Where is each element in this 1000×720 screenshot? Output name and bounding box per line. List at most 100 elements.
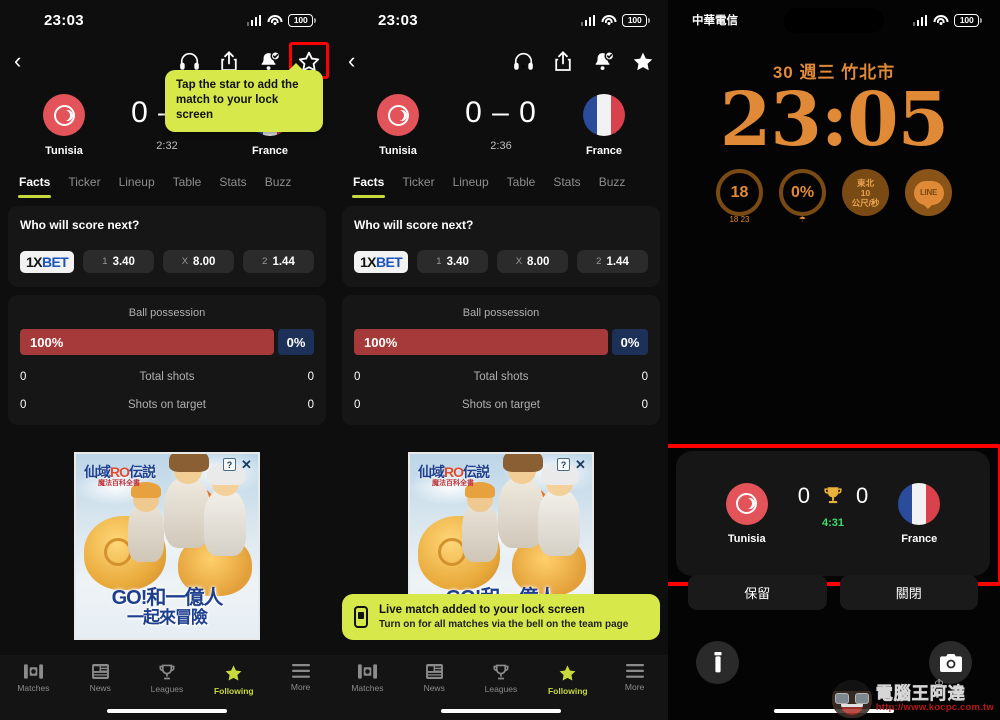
headphones-icon[interactable] xyxy=(178,50,200,72)
line-bubble-icon: LINE xyxy=(913,180,944,209)
keep-button[interactable]: 保留 xyxy=(688,575,827,610)
nav-item-leagues[interactable]: Leagues xyxy=(468,664,535,694)
ad-close-icon[interactable]: ✕ xyxy=(574,457,587,472)
nav-item-following[interactable]: Following xyxy=(534,664,601,696)
match-score-header: Tunisia 0 – 0 2:36 France xyxy=(334,82,668,161)
possession-bar: 100% 0% xyxy=(354,329,648,355)
lock-screen-clock: 23:05 xyxy=(719,77,949,163)
headphones-icon[interactable] xyxy=(512,50,534,72)
star-filled-icon[interactable] xyxy=(632,50,654,72)
nav-item-more[interactable]: More xyxy=(601,664,668,692)
rain-chance-widget[interactable]: 0% ☂ xyxy=(779,169,826,224)
tunisia-flag-icon xyxy=(43,94,85,136)
battery-level: 100 xyxy=(959,15,974,25)
match-clock: 2:32 xyxy=(156,139,178,152)
odd-button-2[interactable]: 2 1.44 xyxy=(577,250,648,273)
battery-icon: 100 xyxy=(954,13,982,27)
nav-item-news[interactable]: News xyxy=(401,664,468,693)
phone-screen-app-with-toast: 23:03 100 ‹ Tunisia 0 – 0 2:36 France Fa… xyxy=(334,0,668,720)
bottom-nav-bar: Matches News Leagues Following More xyxy=(0,655,334,720)
status-bar: 23:03 100 xyxy=(0,0,334,40)
phone-lock-screen: 中華電信 100 30 週三 竹北市 23:05 18 18 23 0% ☂ 東… xyxy=(668,0,1000,720)
table-row: 0 Shots on target 0 xyxy=(20,399,314,411)
home-team: Tunisia xyxy=(714,482,780,545)
tab-table[interactable]: Table xyxy=(164,171,211,198)
tab-facts[interactable]: Facts xyxy=(10,171,59,198)
watermark: ♔ 電腦王阿達 http://www.kocpc.com.tw xyxy=(831,678,994,718)
match-clock: 2:36 xyxy=(490,139,512,152)
toast-title: Live match added to your lock screen xyxy=(379,604,585,616)
home-team[interactable]: Tunisia xyxy=(352,94,444,157)
table-row: 0 Shots on target 0 xyxy=(354,399,648,411)
possession-home-value: 100% xyxy=(20,329,274,355)
wifi-icon xyxy=(267,14,283,26)
nav-item-leagues[interactable]: Leagues xyxy=(134,664,201,694)
advertisement-banner[interactable]: 仙域RO伝説 魔法百科全書 GO!和一億人一起來冒險 ? ✕ xyxy=(74,452,260,640)
dynamic-island xyxy=(784,8,884,33)
ad-info-icon[interactable]: ? xyxy=(223,458,236,471)
bell-check-icon[interactable] xyxy=(592,50,614,72)
tab-table[interactable]: Table xyxy=(498,171,545,198)
tab-facts[interactable]: Facts xyxy=(344,171,393,198)
flashlight-button[interactable] xyxy=(696,641,739,684)
1xbet-logo[interactable]: 1X BET xyxy=(20,250,75,273)
back-chevron-icon[interactable]: ‹ xyxy=(348,50,355,72)
pitch-icon xyxy=(357,664,377,679)
tab-stats[interactable]: Stats xyxy=(544,171,589,198)
live-activity-buttons: 保留 關閉 xyxy=(688,575,978,610)
battery-icon: 100 xyxy=(288,13,316,27)
odd-button-1[interactable]: 1 3.40 xyxy=(417,250,489,273)
1xbet-logo[interactable]: 1X BET xyxy=(354,250,409,273)
tab-buzz[interactable]: Buzz xyxy=(256,171,301,198)
tab-lineup[interactable]: Lineup xyxy=(444,171,498,198)
tab-buzz[interactable]: Buzz xyxy=(590,171,635,198)
carrier-name: 中華電信 xyxy=(692,15,738,27)
close-button[interactable]: 關閉 xyxy=(839,575,978,610)
watermark-text: 電腦王阿達 xyxy=(875,684,966,703)
share-icon[interactable] xyxy=(552,50,574,72)
odd-button-2[interactable]: 2 1.44 xyxy=(243,250,314,273)
match-tabs: Facts Ticker Lineup Table Stats Buzz xyxy=(334,161,668,198)
tab-ticker[interactable]: Ticker xyxy=(393,171,443,198)
odd-button-x[interactable]: X 8.00 xyxy=(163,250,235,273)
share-icon[interactable] xyxy=(218,50,240,72)
lockscreen-added-toast[interactable]: Live match added to your lock screen Tur… xyxy=(342,594,660,640)
back-chevron-icon[interactable]: ‹ xyxy=(14,50,21,72)
possession-bar: 100% 0% xyxy=(20,329,314,355)
tunisia-flag-icon xyxy=(377,94,419,136)
nav-item-more[interactable]: More xyxy=(267,664,334,692)
ad-close-icon[interactable]: ✕ xyxy=(240,457,253,472)
nav-item-following[interactable]: Following xyxy=(200,664,267,696)
ad-info-icon[interactable]: ? xyxy=(557,458,570,471)
lockscreen-tooltip: Tap the star to add the match to your lo… xyxy=(165,63,323,132)
match-minute: 4:31 xyxy=(821,516,845,529)
live-activity-match-widget[interactable]: Tunisia 0 0 4:31 France xyxy=(668,444,1000,586)
wifi-icon xyxy=(933,14,949,26)
ad-subtitle: 魔法百科全書 xyxy=(98,480,140,487)
crown-icon: ♔ xyxy=(934,678,944,690)
trophy-icon xyxy=(159,664,175,680)
home-team[interactable]: Tunisia xyxy=(18,94,110,157)
odd-button-1[interactable]: 1 3.40 xyxy=(83,250,155,273)
cellular-signal-icon xyxy=(580,14,596,26)
away-team[interactable]: France xyxy=(558,94,650,157)
line-app-widget[interactable]: LINE xyxy=(905,169,952,217)
odd-button-x[interactable]: X 8.00 xyxy=(497,250,569,273)
away-score: 0 xyxy=(856,482,869,508)
hamburger-icon xyxy=(625,664,644,678)
home-team-name: Tunisia xyxy=(379,145,417,157)
star-filled-icon xyxy=(225,665,242,681)
bell-check-icon[interactable] xyxy=(258,50,280,72)
wind-widget[interactable]: 東北 10 公尺/秒 xyxy=(842,169,889,217)
temperature-widget[interactable]: 18 18 23 xyxy=(716,169,763,224)
tab-lineup[interactable]: Lineup xyxy=(110,171,164,198)
battery-icon: 100 xyxy=(622,13,650,27)
nav-item-matches[interactable]: Matches xyxy=(0,664,67,693)
nav-item-matches[interactable]: Matches xyxy=(334,664,401,693)
france-flag-icon xyxy=(583,94,625,136)
tab-stats[interactable]: Stats xyxy=(210,171,255,198)
nav-item-news[interactable]: News xyxy=(67,664,134,693)
tab-ticker[interactable]: Ticker xyxy=(59,171,109,198)
app-top-bar: ‹ xyxy=(334,40,668,82)
lock-screen-controls xyxy=(668,641,1000,684)
